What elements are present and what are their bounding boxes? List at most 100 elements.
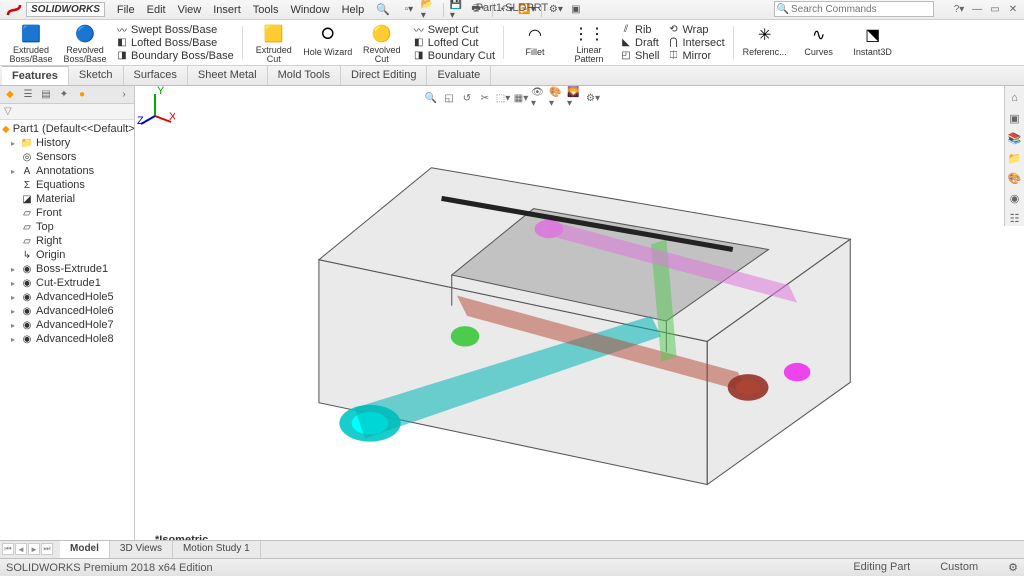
tree-node[interactable]: ▸◉Cut-Extrude1 <box>0 276 134 290</box>
intersect-button[interactable]: ⋂Intersect <box>667 37 724 49</box>
expand-icon[interactable]: ▸ <box>8 139 18 148</box>
tree-node[interactable]: ▸◉AdvancedHole5 <box>0 290 134 304</box>
tree-node[interactable]: ▸📁History <box>0 136 134 150</box>
configuration-tab-icon[interactable]: ▤ <box>38 88 54 102</box>
feature-tree[interactable]: ◆ Part1 (Default<<Default>_Phot ▸📁Histor… <box>0 120 134 546</box>
menu-insert[interactable]: Insert <box>207 2 247 18</box>
status-units[interactable]: Custom <box>940 561 978 574</box>
tab-prev-icon[interactable]: ◄ <box>15 543 27 555</box>
boundary-cut-button[interactable]: ◨Boundary Cut <box>413 50 495 62</box>
reference-geom-button[interactable]: ✳ Referenc... <box>740 22 790 63</box>
orientation-triad[interactable]: Y Z X <box>135 86 175 126</box>
draft-button[interactable]: ◣Draft <box>620 37 659 49</box>
shell-button[interactable]: ◰Shell <box>620 50 659 62</box>
tab-surfaces[interactable]: Surfaces <box>124 66 188 85</box>
menu-edit[interactable]: Edit <box>141 2 172 18</box>
rib-button[interactable]: ⫽Rib <box>620 24 659 36</box>
extruded-cut-button[interactable]: 🟨 Extruded Cut <box>249 22 299 63</box>
fillet-button[interactable]: ◠ Fillet <box>510 22 560 63</box>
tree-node[interactable]: ◪Material <box>0 192 134 206</box>
tab-features[interactable]: Features <box>2 66 69 85</box>
menu-tools[interactable]: Tools <box>247 2 285 18</box>
qat-view-icon[interactable]: ▣ <box>567 2 585 18</box>
mirror-button[interactable]: ⎅Mirror <box>667 50 724 62</box>
tree-node[interactable]: ▱Front <box>0 206 134 220</box>
swept-boss-button[interactable]: 〰Swept Boss/Base <box>116 24 234 36</box>
boundary-boss-button[interactable]: ◨Boundary Boss/Base <box>116 50 234 62</box>
property-manager-tab-icon[interactable]: ☰ <box>20 88 36 102</box>
home-icon[interactable]: ⌂ <box>1007 90 1023 106</box>
extruded-boss-button[interactable]: 🟦 Extruded Boss/Base <box>6 22 56 63</box>
hide-show-icon[interactable]: 👁▾ <box>531 90 547 106</box>
status-tools-icon[interactable]: ⚙ <box>1008 561 1018 574</box>
custom-props-icon[interactable]: ☷ <box>1007 210 1023 226</box>
maximize-icon[interactable]: ▭ <box>986 1 1004 17</box>
tab-evaluate[interactable]: Evaluate <box>427 66 491 85</box>
expand-icon[interactable]: ▸ <box>8 265 18 274</box>
dimxpert-tab-icon[interactable]: ✦ <box>56 88 72 102</box>
minimize-icon[interactable]: — <box>968 1 986 17</box>
zoom-area-icon[interactable]: ◱ <box>441 90 457 106</box>
search-input[interactable] <box>791 4 921 15</box>
menu-search-icon[interactable]: 🔍 <box>370 1 396 18</box>
zoom-fit-icon[interactable]: 🔍 <box>423 90 439 106</box>
swept-cut-button[interactable]: 〰Swept Cut <box>413 24 495 36</box>
tab-last-icon[interactable]: ⏭ <box>41 543 53 555</box>
pane-expand-icon[interactable]: › <box>116 88 132 102</box>
tab-directediting[interactable]: Direct Editing <box>341 66 427 85</box>
scene-icon[interactable]: 🌄▾ <box>567 90 583 106</box>
revolved-boss-button[interactable]: 🔵 Revolved Boss/Base <box>60 22 110 63</box>
qat-save-icon[interactable]: 💾▾ <box>449 2 467 18</box>
qat-new-icon[interactable]: ▫▾ <box>400 2 418 18</box>
tree-node[interactable]: ▸AAnnotations <box>0 164 134 178</box>
close-icon[interactable]: ✕ <box>1004 1 1022 17</box>
menu-help[interactable]: Help <box>336 2 371 18</box>
help-icon[interactable]: ?▾ <box>950 1 968 17</box>
wrap-button[interactable]: ⟲Wrap <box>667 24 724 36</box>
graphics-viewport[interactable]: Y Z X *Isometric ⌂ ▣ 📚 📁 🎨 ◉ ☷ <box>135 86 1024 558</box>
curves-button[interactable]: ∿ Curves <box>794 22 844 63</box>
feature-manager-tab-icon[interactable]: ◆ <box>2 88 18 102</box>
display-style-icon[interactable]: ▦▾ <box>513 90 529 106</box>
filter-bar[interactable]: ▽ <box>0 104 134 120</box>
resources-icon[interactable]: ▣ <box>1007 110 1023 126</box>
menu-view[interactable]: View <box>172 2 208 18</box>
lofted-boss-button[interactable]: ◧Lofted Boss/Base <box>116 37 234 49</box>
bottom-tab-motion[interactable]: Motion Study 1 <box>173 541 261 558</box>
tab-moldtools[interactable]: Mold Tools <box>268 66 341 85</box>
tree-node[interactable]: ▸◉AdvancedHole8 <box>0 332 134 346</box>
view-settings-icon[interactable]: ⚙▾ <box>585 90 601 106</box>
design-library-icon[interactable]: 📚 <box>1007 130 1023 146</box>
tab-next-icon[interactable]: ► <box>28 543 40 555</box>
qat-options-icon[interactable]: ⚙▾ <box>547 2 565 18</box>
tree-node[interactable]: ▱Top <box>0 220 134 234</box>
appearance-icon[interactable]: 🎨▾ <box>549 90 565 106</box>
bottom-tab-model[interactable]: Model <box>60 541 110 558</box>
tree-node[interactable]: ▸◉AdvancedHole7 <box>0 318 134 332</box>
expand-icon[interactable]: ▸ <box>8 167 18 176</box>
bottom-tab-3dviews[interactable]: 3D Views <box>110 541 173 558</box>
qat-open-icon[interactable]: 📂▾ <box>420 2 438 18</box>
tree-node[interactable]: ▱Right <box>0 234 134 248</box>
tree-node[interactable]: ↳Origin <box>0 248 134 262</box>
instant3d-button[interactable]: ⬔ Instant3D <box>848 22 898 63</box>
lofted-cut-button[interactable]: ◧Lofted Cut <box>413 37 495 49</box>
tab-first-icon[interactable]: ⏮ <box>2 543 14 555</box>
linear-pattern-button[interactable]: ⋮⋮ Linear Pattern <box>564 22 614 63</box>
expand-icon[interactable]: ▸ <box>8 293 18 302</box>
appearances-icon[interactable]: ◉ <box>1007 190 1023 206</box>
expand-icon[interactable]: ▸ <box>8 335 18 344</box>
section-view-icon[interactable]: ✂ <box>477 90 493 106</box>
prev-view-icon[interactable]: ↺ <box>459 90 475 106</box>
display-tab-icon[interactable]: ● <box>74 88 90 102</box>
menu-window[interactable]: Window <box>284 2 335 18</box>
view-orient-icon[interactable]: ⬚▾ <box>495 90 511 106</box>
tree-root[interactable]: ◆ Part1 (Default<<Default>_Phot <box>0 122 134 136</box>
revolved-cut-button[interactable]: 🟡 Revolved Cut <box>357 22 407 63</box>
hole-wizard-button[interactable]: ⭘ Hole Wizard <box>303 22 353 63</box>
tree-node[interactable]: ◎Sensors <box>0 150 134 164</box>
tree-node[interactable]: ▸◉AdvancedHole6 <box>0 304 134 318</box>
tab-sheetmetal[interactable]: Sheet Metal <box>188 66 268 85</box>
tree-node[interactable]: ΣEquations <box>0 178 134 192</box>
menu-file[interactable]: File <box>111 2 141 18</box>
